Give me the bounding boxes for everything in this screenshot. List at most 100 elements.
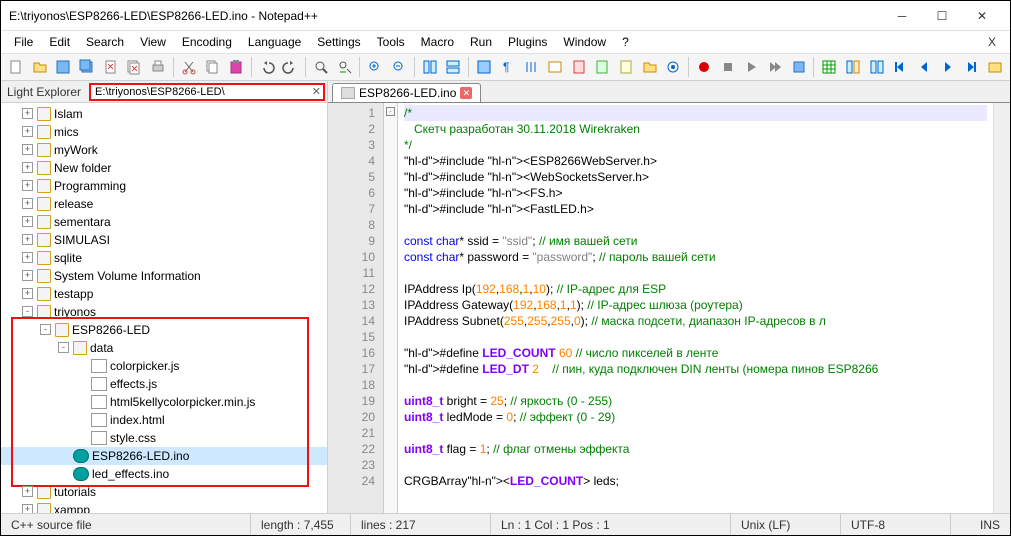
tree-item[interactable]: style.css bbox=[1, 429, 327, 447]
spreadsheet-icon[interactable] bbox=[818, 56, 840, 78]
menu-view[interactable]: View bbox=[133, 33, 173, 51]
vertical-scrollbar[interactable] bbox=[993, 103, 1010, 513]
folder-icon bbox=[37, 143, 51, 157]
toolbar: ¶ bbox=[1, 53, 1010, 81]
maximize-button[interactable]: ☐ bbox=[922, 2, 962, 30]
lang-icon[interactable] bbox=[544, 56, 566, 78]
play-multi-icon[interactable] bbox=[764, 56, 786, 78]
file-icon bbox=[91, 413, 107, 427]
svg-text:¶: ¶ bbox=[503, 60, 509, 74]
menu-macro[interactable]: Macro bbox=[414, 33, 461, 51]
menu-close-x[interactable]: X bbox=[980, 33, 1004, 51]
menu-file[interactable]: File bbox=[7, 33, 40, 51]
cut-icon[interactable] bbox=[178, 56, 200, 78]
tree-item[interactable]: -triyonos bbox=[1, 303, 327, 321]
sync-h-icon[interactable] bbox=[442, 56, 464, 78]
folder-icon bbox=[37, 161, 51, 175]
nav-prev-icon[interactable] bbox=[913, 56, 935, 78]
tree-item[interactable]: html5kellycolorpicker.min.js bbox=[1, 393, 327, 411]
paste-icon[interactable] bbox=[225, 56, 247, 78]
close-all-icon[interactable] bbox=[123, 56, 145, 78]
editor-area: ESP8266-LED.ino ✕ 1234567891011121314151… bbox=[328, 81, 1010, 513]
menu-tools[interactable]: Tools bbox=[370, 33, 412, 51]
stop-macro-icon[interactable] bbox=[717, 56, 739, 78]
open-file-icon[interactable] bbox=[29, 56, 51, 78]
compare2-icon[interactable] bbox=[866, 56, 888, 78]
tree-item[interactable]: +SIMULASI bbox=[1, 231, 327, 249]
save-all-icon[interactable] bbox=[76, 56, 98, 78]
indent-guide-icon[interactable] bbox=[520, 56, 542, 78]
tab-close-icon[interactable]: ✕ bbox=[460, 87, 472, 99]
play-macro-icon[interactable] bbox=[740, 56, 762, 78]
menu-help[interactable]: ? bbox=[615, 33, 636, 51]
tree-item[interactable]: -ESP8266-LED bbox=[1, 321, 327, 339]
tree-item[interactable]: +release bbox=[1, 195, 327, 213]
tree-item[interactable]: +sqlite bbox=[1, 249, 327, 267]
folder-workspace-icon[interactable] bbox=[639, 56, 661, 78]
menu-edit[interactable]: Edit bbox=[42, 33, 77, 51]
save-macro-icon[interactable] bbox=[788, 56, 810, 78]
menu-search[interactable]: Search bbox=[79, 33, 131, 51]
path-input[interactable] bbox=[89, 83, 325, 101]
doc-list-icon[interactable] bbox=[591, 56, 613, 78]
explorer-icon[interactable] bbox=[984, 56, 1006, 78]
undo-icon[interactable] bbox=[256, 56, 278, 78]
nav-last-icon[interactable] bbox=[960, 56, 982, 78]
fold-column[interactable]: - bbox=[384, 103, 398, 513]
menu-settings[interactable]: Settings bbox=[310, 33, 367, 51]
code-area[interactable]: 123456789101112131415161718192021222324 … bbox=[328, 103, 1010, 513]
tree-item[interactable]: +Islam bbox=[1, 105, 327, 123]
sync-v-icon[interactable] bbox=[419, 56, 441, 78]
compare-icon[interactable] bbox=[842, 56, 864, 78]
nav-first-icon[interactable] bbox=[889, 56, 911, 78]
print-icon[interactable] bbox=[147, 56, 169, 78]
menu-encoding[interactable]: Encoding bbox=[175, 33, 239, 51]
tree-item[interactable]: -data bbox=[1, 339, 327, 357]
redo-icon[interactable] bbox=[279, 56, 301, 78]
tree-item[interactable]: ESP8266-LED.ino bbox=[1, 447, 327, 465]
tree-item[interactable]: +mics bbox=[1, 123, 327, 141]
save-icon[interactable] bbox=[52, 56, 74, 78]
zoom-out-icon[interactable] bbox=[388, 56, 410, 78]
tree-item[interactable]: +System Volume Information bbox=[1, 267, 327, 285]
tree-item-label: style.css bbox=[110, 431, 156, 445]
tree-item[interactable]: +myWork bbox=[1, 141, 327, 159]
tree-item-label: colorpicker.js bbox=[110, 359, 179, 373]
close-file-icon[interactable] bbox=[100, 56, 122, 78]
find-icon[interactable] bbox=[310, 56, 332, 78]
doc-map-icon[interactable] bbox=[568, 56, 590, 78]
replace-icon[interactable] bbox=[334, 56, 356, 78]
show-all-chars-icon[interactable]: ¶ bbox=[497, 56, 519, 78]
tree-item[interactable]: +xampp bbox=[1, 501, 327, 513]
new-file-icon[interactable] bbox=[5, 56, 27, 78]
monitor-icon[interactable] bbox=[662, 56, 684, 78]
nav-next-icon[interactable] bbox=[937, 56, 959, 78]
tree-item-label: myWork bbox=[54, 143, 98, 157]
tree-item[interactable]: index.html bbox=[1, 411, 327, 429]
line-gutter: 123456789101112131415161718192021222324 bbox=[328, 103, 384, 513]
menu-run[interactable]: Run bbox=[463, 33, 499, 51]
tree-item[interactable]: +Programming bbox=[1, 177, 327, 195]
minimize-button[interactable]: ─ bbox=[882, 2, 922, 30]
zoom-in-icon[interactable] bbox=[364, 56, 386, 78]
file-tree[interactable]: +Islam+mics+myWork+New folder+Programmin… bbox=[1, 103, 327, 513]
tree-item[interactable]: +testapp bbox=[1, 285, 327, 303]
func-list-icon[interactable] bbox=[615, 56, 637, 78]
tree-item-label: xampp bbox=[54, 503, 90, 513]
path-clear-icon[interactable]: ✕ bbox=[312, 85, 321, 98]
tree-item[interactable]: effects.js bbox=[1, 375, 327, 393]
tree-item[interactable]: +New folder bbox=[1, 159, 327, 177]
record-macro-icon[interactable] bbox=[693, 56, 715, 78]
tree-item[interactable]: +sementara bbox=[1, 213, 327, 231]
menu-plugins[interactable]: Plugins bbox=[501, 33, 554, 51]
code-text[interactable]: /* Скетч разработан 30.11.2018 Wirekrake… bbox=[398, 103, 993, 513]
tree-item[interactable]: +tutorials bbox=[1, 483, 327, 501]
menu-language[interactable]: Language bbox=[241, 33, 308, 51]
wordwrap-icon[interactable] bbox=[473, 56, 495, 78]
menu-window[interactable]: Window bbox=[556, 33, 613, 51]
copy-icon[interactable] bbox=[201, 56, 223, 78]
tree-item[interactable]: led_effects.ino bbox=[1, 465, 327, 483]
tree-item[interactable]: colorpicker.js bbox=[1, 357, 327, 375]
close-button[interactable]: ✕ bbox=[962, 2, 1002, 30]
file-tab[interactable]: ESP8266-LED.ino ✕ bbox=[332, 83, 481, 102]
